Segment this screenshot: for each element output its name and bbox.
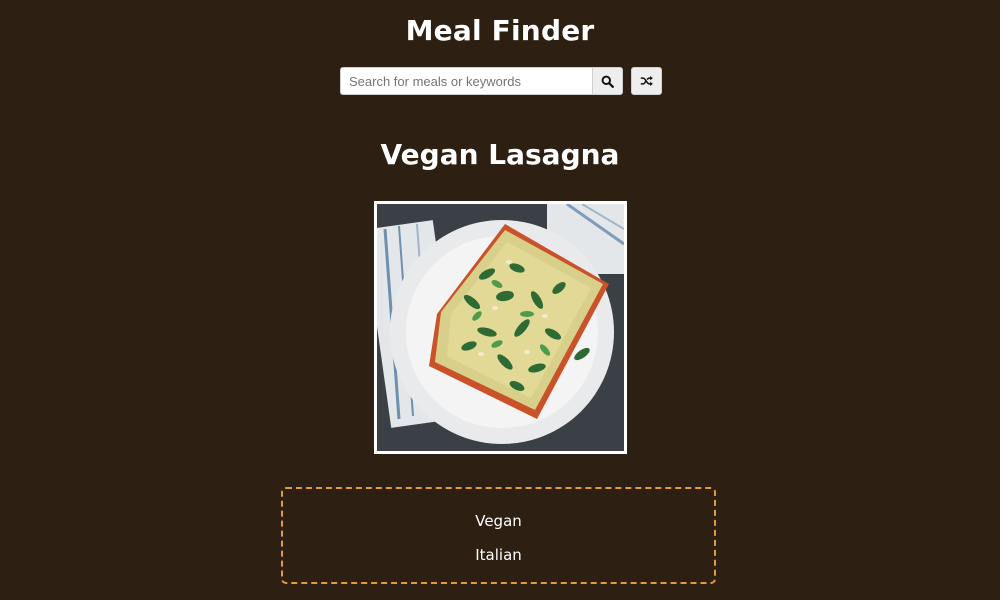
- search-input[interactable]: [340, 67, 592, 95]
- shuffle-icon: [640, 75, 653, 87]
- meal-info-box: Vegan Italian: [281, 487, 716, 584]
- app-title: Meal Finder: [405, 14, 595, 47]
- random-meal-button[interactable]: [631, 67, 662, 95]
- search-button[interactable]: [592, 67, 623, 95]
- search-icon: [601, 75, 614, 88]
- search-form: [340, 67, 623, 95]
- meal-title: Vegan Lasagna: [380, 138, 620, 171]
- meal-finder-page: Meal Finder Search for meals or keywords…: [0, 0, 1000, 600]
- meal-image: [374, 201, 627, 454]
- search-bar: [340, 67, 662, 95]
- meal-area: Italian: [475, 546, 522, 564]
- meal-category: Vegan: [475, 512, 522, 530]
